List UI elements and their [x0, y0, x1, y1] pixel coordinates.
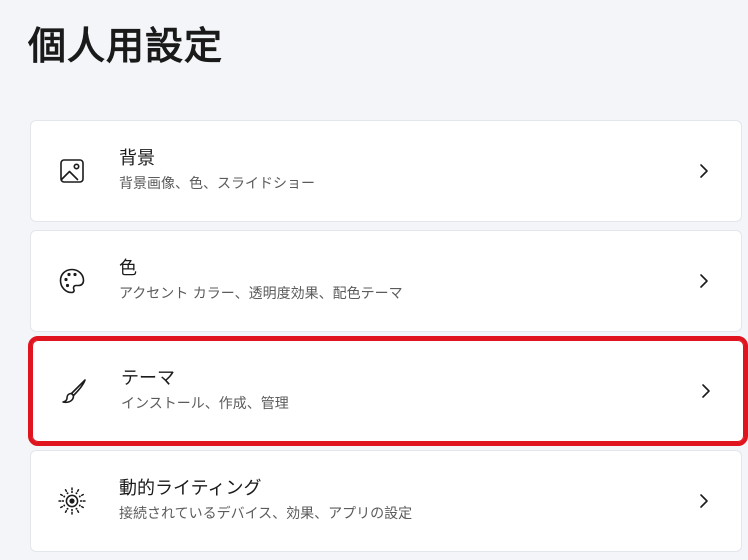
settings-item-title: 色	[119, 258, 137, 279]
settings-item-title: 動的ライティング	[119, 478, 262, 499]
settings-item-subtitle: 背景画像、色、スライドショー	[119, 176, 315, 192]
settings-item-texts: テーマ インストール、作成、管理	[121, 367, 289, 415]
settings-list: 背景 背景画像、色、スライドショー 色 アクセント カラー、透明度効果、配色テー…	[28, 120, 748, 560]
settings-item-subtitle: インストール、作成、管理	[121, 396, 289, 412]
settings-item-title: 背景	[119, 148, 155, 169]
brush-icon	[59, 376, 89, 406]
settings-item-dynamic-lighting[interactable]: 動的ライティング 接続されているデバイス、効果、アプリの設定	[30, 450, 742, 552]
chevron-right-icon	[699, 382, 713, 400]
settings-item-texts: 背景 背景画像、色、スライドショー	[119, 147, 315, 195]
dynamic-lighting-icon	[57, 486, 87, 516]
settings-item-colors[interactable]: 色 アクセント カラー、透明度効果、配色テーマ	[30, 230, 742, 332]
image-icon	[57, 156, 87, 186]
palette-icon	[57, 266, 87, 296]
settings-item-texts: 動的ライティング 接続されているデバイス、効果、アプリの設定	[119, 477, 412, 525]
settings-item-texts: 色 アクセント カラー、透明度効果、配色テーマ	[119, 257, 403, 305]
chevron-right-icon	[697, 492, 711, 510]
settings-item-background[interactable]: 背景 背景画像、色、スライドショー	[30, 120, 742, 222]
chevron-right-icon	[697, 162, 711, 180]
settings-item-title: テーマ	[121, 368, 175, 389]
settings-item-themes[interactable]: テーマ インストール、作成、管理	[28, 336, 748, 446]
page-title: 個人用設定	[28, 24, 224, 68]
settings-item-subtitle: 接続されているデバイス、効果、アプリの設定	[119, 506, 413, 522]
settings-item-subtitle: アクセント カラー、透明度効果、配色テーマ	[119, 286, 403, 302]
chevron-right-icon	[697, 272, 711, 290]
